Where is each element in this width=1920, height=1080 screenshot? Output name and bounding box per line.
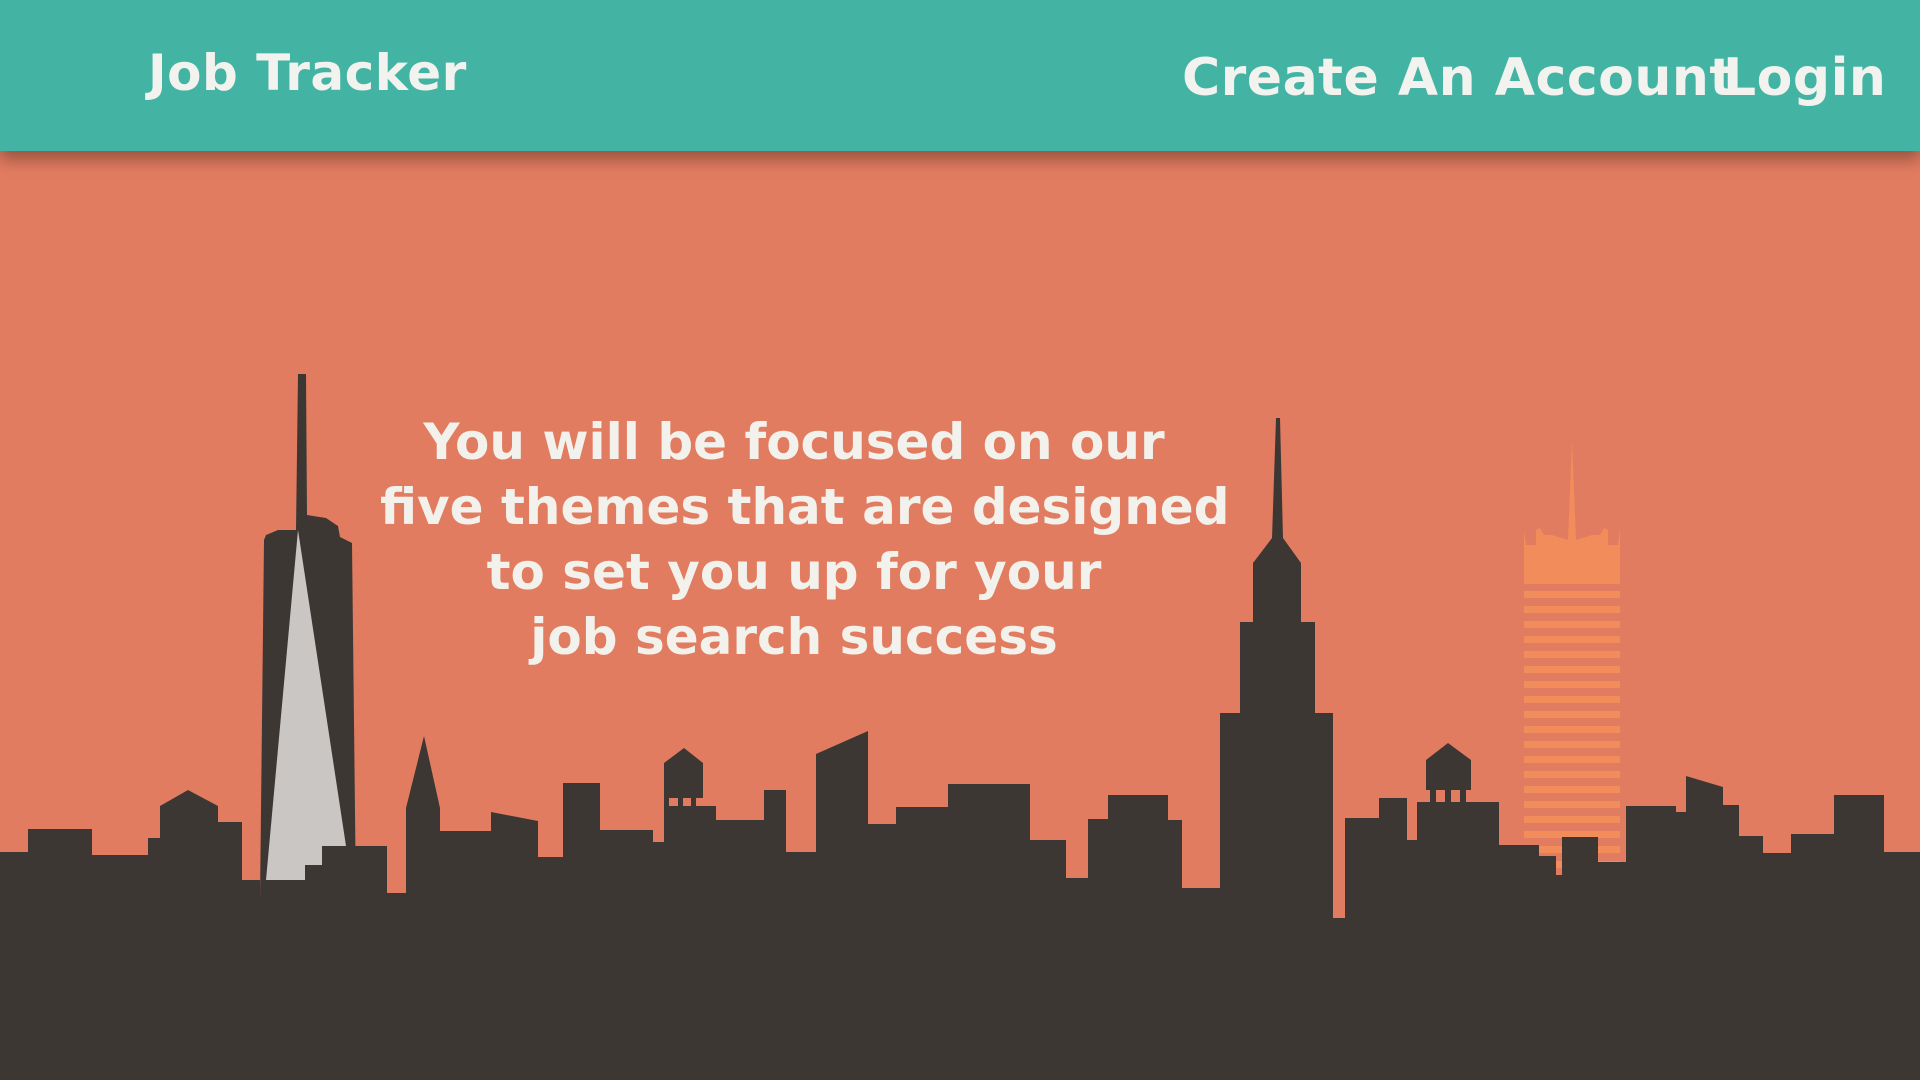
login-link[interactable]: Login	[1723, 48, 1886, 108]
hero-line-1: You will be focused on our	[423, 413, 1165, 471]
hero-line-3: to set you up for your	[486, 543, 1102, 601]
hero-line-4: job search success	[530, 608, 1058, 666]
brand-logo-link[interactable]: Job Tracker	[148, 44, 467, 102]
hero-tagline: You will be focused on our five themes t…	[380, 410, 1230, 670]
orange-tower-illustration	[1524, 440, 1620, 883]
hero-line-2: five themes that are designed	[380, 478, 1230, 536]
create-account-link[interactable]: Create An Account	[1182, 48, 1735, 108]
top-navbar: Job Tracker Create An Account Login	[0, 0, 1920, 151]
